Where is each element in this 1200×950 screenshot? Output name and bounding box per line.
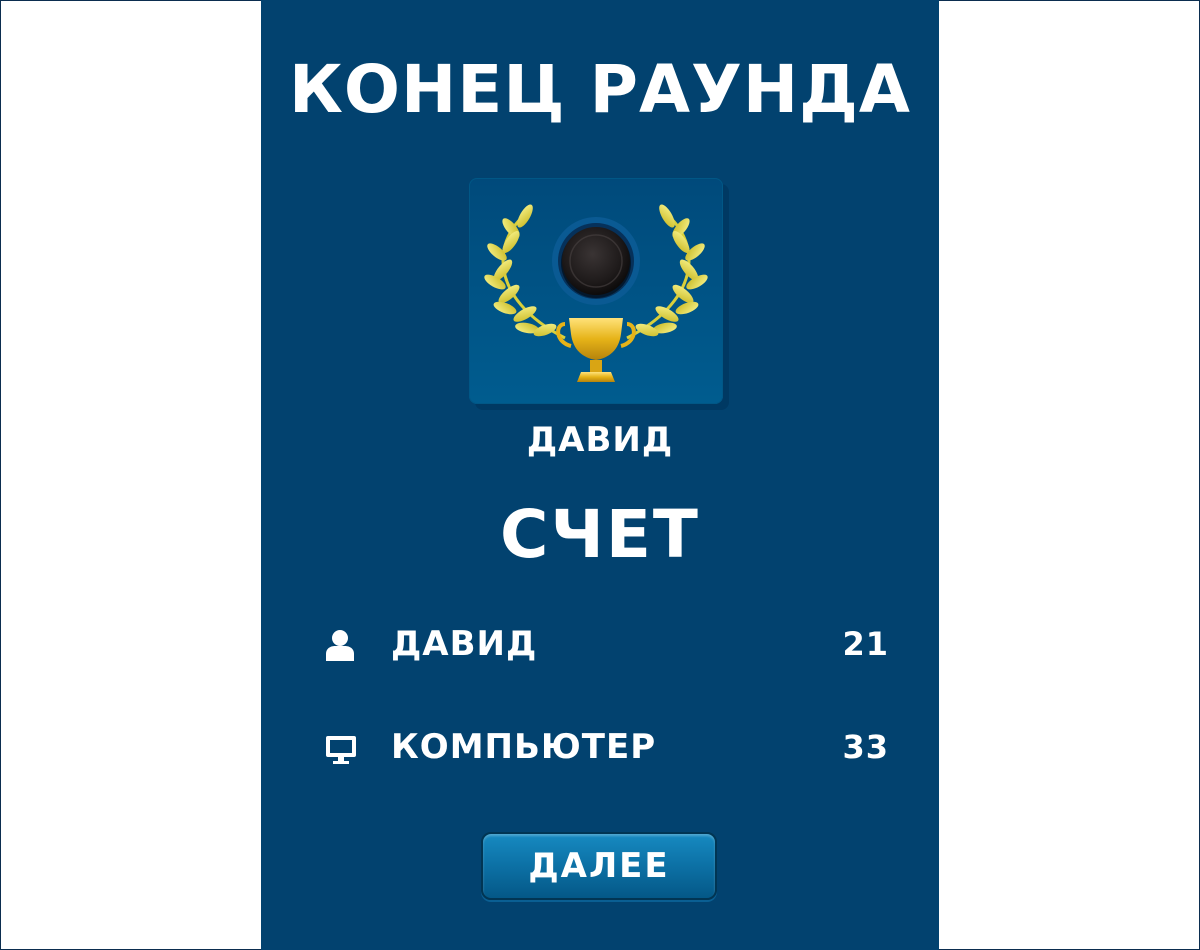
score-row-name: КОМПЬЮТЕР [391,727,657,767]
score-row-value: 21 [842,625,889,663]
computer-monitor-icon [326,736,356,764]
score-row-player: ДАВИД 21 [323,619,889,669]
score-row-computer: КОМПЬЮТЕР 33 [323,722,889,772]
winner-name: ДАВИД [526,420,674,460]
laurel-wreath-right-icon [626,204,708,340]
score-title: СЧЕТ [500,496,700,573]
next-button[interactable]: ДАЛЕЕ [481,832,717,900]
trophy-icon [556,318,636,382]
winner-card [469,178,723,404]
laurel-wreath-left-icon [484,204,566,340]
score-row-name: ДАВИД [391,624,538,664]
score-row-value: 33 [842,728,889,766]
round-end-panel: КОНЕЦ РАУНДА ДАВИД СЧЕТ ДАВИД 21 КОМПЬЮТ… [261,0,939,950]
winner-emblem [484,204,708,382]
round-end-title: КОНЕЦ РАУНДА [288,51,912,128]
black-checker-icon [552,217,640,305]
user-icon [326,630,354,661]
